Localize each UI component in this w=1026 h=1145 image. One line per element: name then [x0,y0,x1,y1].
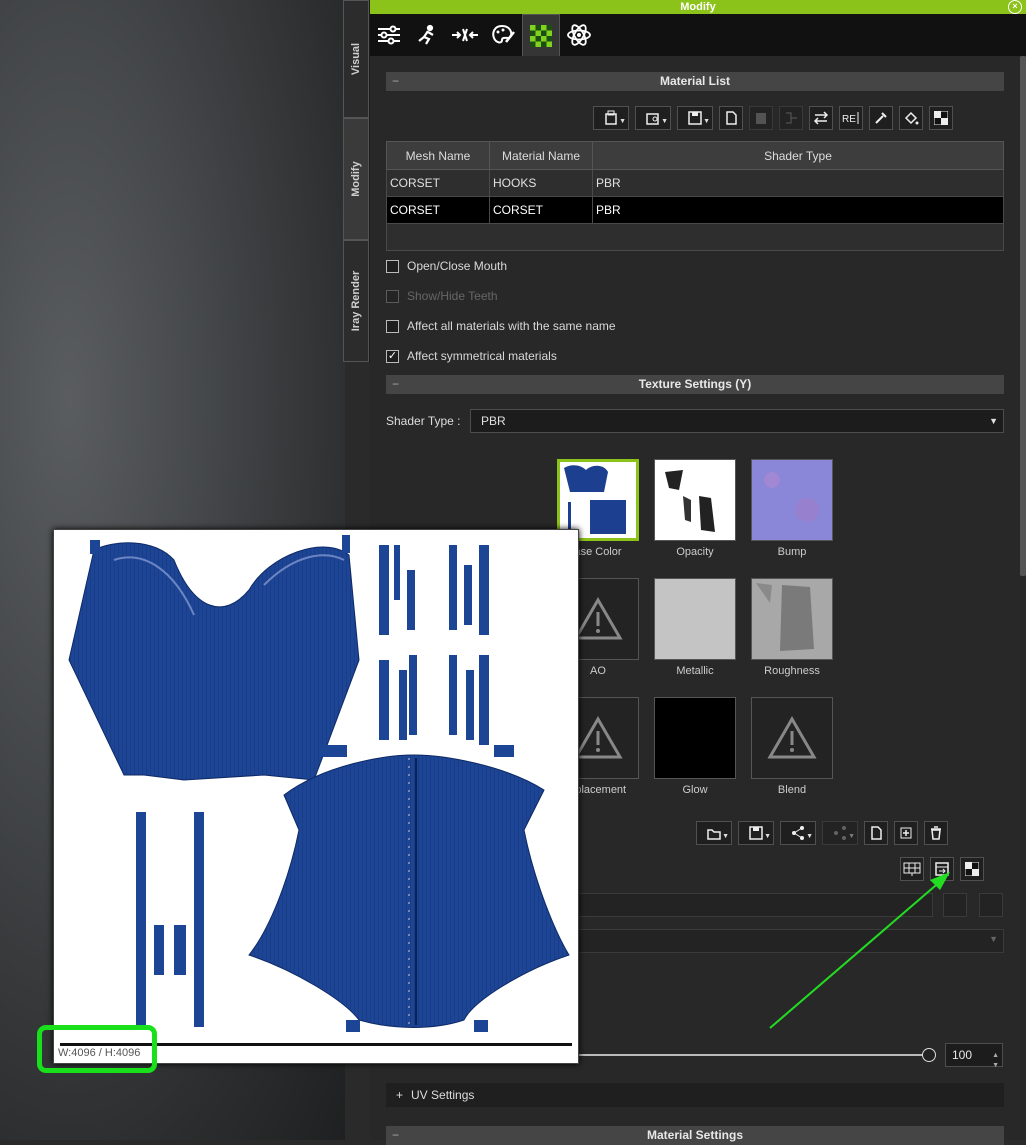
roughness-slot[interactable] [751,578,833,660]
tab-modify[interactable]: Modify [343,118,369,240]
checker-small-icon[interactable] [929,106,953,130]
eyedropper-icon[interactable] [869,106,893,130]
delete-icon[interactable] [924,821,948,845]
table-row-selected[interactable]: CORSET CORSET PBR [386,196,1004,224]
blend-slot[interactable] [751,697,833,779]
column-mesh-name[interactable]: Mesh Name [386,141,490,170]
blend-label: Blend [777,784,807,796]
metallic-label: Metallic [676,665,714,677]
morph-icon[interactable] [446,14,484,56]
bump-label: Bump [777,546,807,558]
load-texture-button[interactable]: ▼ [696,821,732,845]
paint-bucket-icon[interactable] [899,106,923,130]
split-icon[interactable] [779,106,803,130]
roughness-label: Roughness [764,665,820,677]
locate-icon[interactable] [979,893,1003,917]
paste-icon[interactable] [749,106,773,130]
checkbox[interactable] [386,259,399,273]
uv-settings-header[interactable]: + UV Settings [386,1083,1004,1107]
share-icon[interactable]: ▼ [780,821,816,845]
material-list-header[interactable]: − Material List [386,72,1004,91]
open-close-mouth-option[interactable]: Open/Close Mouth [386,259,507,273]
load-preset-button[interactable]: ▼ [635,106,671,130]
material-settings-header[interactable]: − Material Settings [386,1126,1004,1145]
material-toolbar: ▼ ▼ ▼ RE [593,106,953,130]
uv-texture-preview: W:4096 / H:4096 [53,529,579,1064]
show-hide-teeth-option[interactable]: Show/Hide Teeth [386,289,498,303]
panel-title: Modify × [370,0,1026,14]
shader-type-select[interactable]: PBR ▼ [470,409,1004,433]
top-tab-bar [370,14,1026,56]
strength-input[interactable]: 100 ▲ ▼ [945,1043,1003,1069]
motion-icon[interactable] [408,14,446,56]
opacity-label: Opacity [676,546,714,558]
checkbox-checked[interactable]: ✓ [386,349,399,363]
tab-visual[interactable]: Visual [343,0,369,118]
warning-icon [573,597,623,640]
checker-icon[interactable] [522,14,560,56]
affect-same-name-option[interactable]: Affect all materials with the same name [386,319,616,333]
side-tab-strip: Visual Modify Iray Render [343,0,370,362]
checker-toggle-icon[interactable] [960,857,984,881]
opacity-slot[interactable] [654,459,736,541]
strength-slider[interactable] [575,1054,925,1056]
metallic-slot[interactable] [654,578,736,660]
material-table: Mesh Name Material Name Shader Type CORS… [386,141,1004,251]
column-shader-type[interactable]: Shader Type [592,141,1004,170]
close-icon[interactable]: × [1008,0,1022,14]
warning-icon [767,716,817,759]
glow-slot[interactable] [654,697,736,779]
checkbox[interactable] [386,319,399,333]
affect-symmetrical-option[interactable]: ✓ Affect symmetrical materials [386,349,557,363]
panel-scrollbar[interactable] [1020,56,1026,576]
bump-slot[interactable] [751,459,833,541]
annotation-arrow [769,872,950,1029]
glow-label: Glow [682,784,708,796]
add-texture-icon[interactable] [894,821,918,845]
svg-text:RE: RE [842,114,856,125]
palette-icon[interactable] [484,14,522,56]
save-texture-button[interactable]: ▼ [738,821,774,845]
shader-type-label: Shader Type : [386,414,461,428]
corset-uv-texture [68,535,570,1032]
size-highlight-box [37,1025,157,1073]
sliders-icon[interactable] [370,14,408,56]
copy-texture-icon[interactable] [864,821,888,845]
swap-icon[interactable] [809,106,833,130]
checkbox[interactable] [386,289,399,303]
texture-toolbar: ▼ ▼ ▼ ▼ [696,821,948,845]
column-material-name[interactable]: Material Name [489,141,593,170]
load-material-button[interactable]: ▼ [593,106,629,130]
warning-icon [573,716,623,759]
share-disabled-icon[interactable]: ▼ [822,821,858,845]
strength-slider-handle[interactable] [922,1048,936,1062]
save-material-button[interactable]: ▼ [677,106,713,130]
tab-iray-render[interactable]: Iray Render [343,240,369,362]
table-row[interactable]: CORSET HOOKS PBR [386,169,1004,197]
atom-icon[interactable] [560,14,598,56]
re-icon[interactable]: RE [839,106,863,130]
copy-icon[interactable] [719,106,743,130]
texture-settings-header[interactable]: − Texture Settings (Y) [386,375,1004,394]
